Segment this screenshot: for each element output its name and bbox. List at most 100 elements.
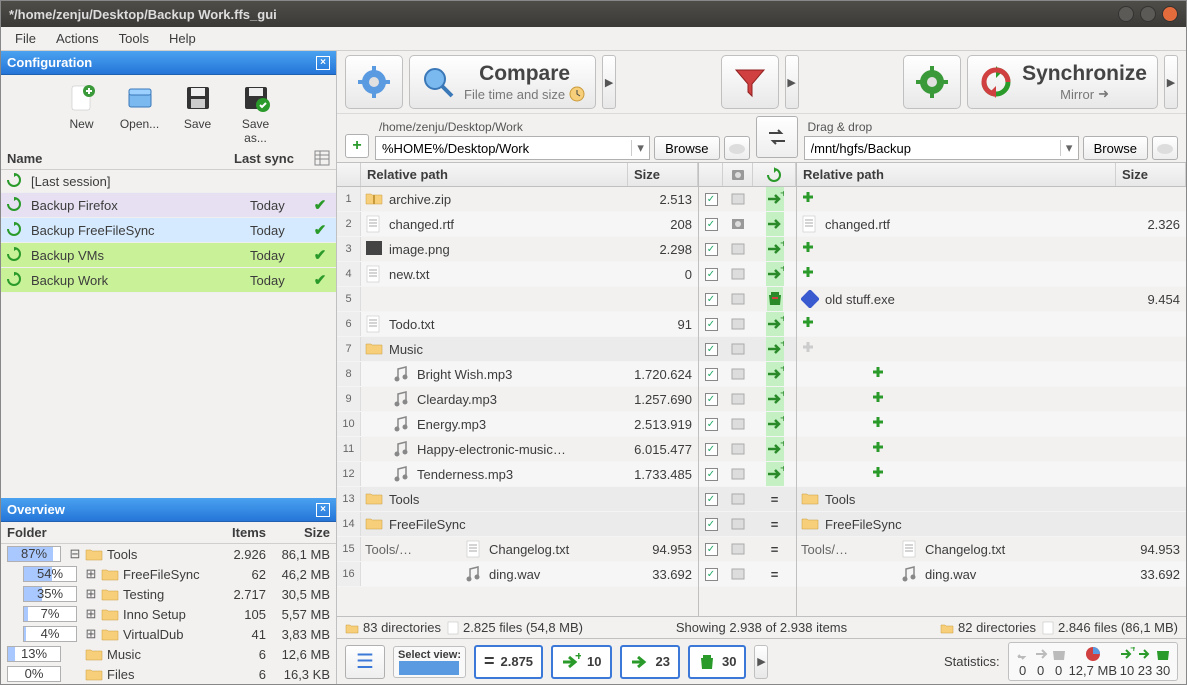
action-cell[interactable]: = (753, 562, 796, 586)
view-delete-button[interactable]: 30 (688, 645, 746, 679)
action-cell[interactable]: + (753, 412, 796, 436)
category-icon[interactable] (723, 312, 753, 336)
config-column-chooser-icon[interactable] (314, 150, 330, 166)
grid-row[interactable] (797, 462, 1186, 487)
category-icon[interactable] (723, 387, 753, 411)
grid-row[interactable]: 15 Tools/…Changelog.txt 94.953 (337, 537, 698, 562)
compare-button[interactable]: Compare File time and size (409, 55, 596, 109)
overview-row[interactable]: 87% ⊟ Tools 2.926 86,1 MB (1, 544, 336, 564)
action-cell[interactable]: + (753, 237, 796, 261)
grid-row[interactable]: 9 Clearday.mp3 1.257.690 (337, 387, 698, 412)
category-icon[interactable] (723, 262, 753, 286)
add-folder-pair-button[interactable]: + (345, 134, 369, 158)
menu-tools[interactable]: Tools (111, 29, 157, 48)
category-icon[interactable] (723, 487, 753, 511)
view-update-button[interactable]: 23 (620, 645, 680, 679)
grid-row[interactable]: Tools/…Changelog.txt 94.953 (797, 537, 1186, 562)
right-header-relpath[interactable]: Relative path (797, 163, 1116, 186)
view-create-button[interactable]: +10 (551, 645, 611, 679)
action-cell[interactable]: = (753, 487, 796, 511)
action-cell[interactable]: + (753, 362, 796, 386)
category-icon[interactable] (723, 287, 753, 311)
tree-expand-icon[interactable]: ⊞ (81, 606, 101, 622)
include-checkbox[interactable]: ✓ (705, 193, 718, 206)
new-config-button[interactable]: New (56, 81, 108, 145)
config-row[interactable]: Backup Work Today ✔ (1, 268, 336, 293)
grid-row[interactable] (797, 437, 1186, 462)
grid-row[interactable] (797, 312, 1186, 337)
right-path-input[interactable]: ▾ (804, 136, 1079, 160)
grid-row[interactable]: ding.wav 33.692 (797, 562, 1186, 587)
save-as-config-button[interactable]: Save as... (230, 81, 282, 145)
config-row[interactable]: Backup VMs Today ✔ (1, 243, 336, 268)
config-header-name[interactable]: Name (7, 151, 234, 166)
filter-button[interactable] (721, 55, 779, 109)
grid-row[interactable]: 7 Music (337, 337, 698, 362)
category-icon[interactable] (723, 562, 753, 586)
grid-row[interactable] (797, 187, 1186, 212)
menu-help[interactable]: Help (161, 29, 204, 48)
grid-row[interactable]: 16 ding.wav 33.692 (337, 562, 698, 587)
include-checkbox[interactable]: ✓ (705, 543, 718, 556)
tree-expand-icon[interactable]: ⊞ (81, 626, 101, 642)
grid-row[interactable]: changed.rtf 2.326 (797, 212, 1186, 237)
include-checkbox[interactable]: ✓ (705, 293, 718, 306)
grid-row[interactable] (797, 362, 1186, 387)
grid-row[interactable]: 2 changed.rtf 208 (337, 212, 698, 237)
overview-row[interactable]: 4% ⊞ VirtualDub 41 3,83 MB (1, 624, 336, 644)
minimize-button[interactable] (1118, 6, 1134, 22)
open-config-button[interactable]: Open... (114, 81, 166, 145)
left-path-input[interactable]: ▾ (375, 136, 650, 160)
chevron-down-icon[interactable]: ▾ (631, 140, 649, 156)
category-icon[interactable] (723, 437, 753, 461)
overview-row[interactable]: 7% ⊞ Inno Setup 105 5,57 MB (1, 604, 336, 624)
menu-file[interactable]: File (7, 29, 44, 48)
sync-dropdown-button[interactable]: ▶ (1164, 55, 1178, 109)
view-more-button[interactable]: ▶ (754, 645, 768, 679)
grid-row[interactable] (797, 237, 1186, 262)
configuration-close-icon[interactable]: × (316, 56, 330, 70)
chevron-down-icon[interactable]: ▾ (1060, 140, 1078, 156)
overview-row[interactable]: 35% ⊞ Testing 2.717 30,5 MB (1, 584, 336, 604)
right-header-size[interactable]: Size (1116, 163, 1186, 186)
grid-row[interactable] (797, 262, 1186, 287)
category-icon[interactable] (723, 237, 753, 261)
category-icon[interactable] (723, 337, 753, 361)
include-checkbox[interactable]: ✓ (705, 318, 718, 331)
category-icon[interactable] (723, 362, 753, 386)
overview-close-icon[interactable]: × (316, 503, 330, 517)
include-checkbox[interactable]: ✓ (705, 493, 718, 506)
grid-row[interactable]: old stuff.exe 9.454 (797, 287, 1186, 312)
grid-row[interactable]: 1 archive.zip 2.513 (337, 187, 698, 212)
right-cloud-button[interactable] (1152, 136, 1178, 160)
overview-row[interactable]: 54% ⊞ FreeFileSync 62 46,2 MB (1, 564, 336, 584)
menu-actions[interactable]: Actions (48, 29, 107, 48)
include-checkbox[interactable]: ✓ (705, 218, 718, 231)
grid-row[interactable]: 5 (337, 287, 698, 312)
overview-row[interactable]: 0% Files 6 16,3 KB (1, 664, 336, 684)
include-checkbox[interactable]: ✓ (705, 268, 718, 281)
include-checkbox[interactable]: ✓ (705, 368, 718, 381)
save-config-button[interactable]: Save (172, 81, 224, 145)
synchronize-button[interactable]: Synchronize Mirror ➜ (967, 55, 1158, 109)
category-icon[interactable] (723, 212, 753, 236)
view-toggle-button[interactable]: ☰ (345, 645, 385, 679)
grid-row[interactable]: Tools (797, 487, 1186, 512)
tree-expand-icon[interactable]: ⊞ (81, 566, 101, 582)
overview-header-folder[interactable]: Folder (7, 525, 212, 540)
right-browse-button[interactable]: Browse (1083, 136, 1148, 160)
grid-row[interactable]: 8 Bright Wish.mp3 1.720.624 (337, 362, 698, 387)
left-browse-button[interactable]: Browse (654, 136, 719, 160)
category-icon[interactable] (723, 187, 753, 211)
filter-dropdown-button[interactable]: ▶ (785, 55, 799, 109)
overview-header-items[interactable]: Items (212, 525, 266, 540)
grid-row[interactable]: FreeFileSync (797, 512, 1186, 537)
sync-settings-button[interactable] (903, 55, 961, 109)
grid-row[interactable]: 6 Todo.txt 91 (337, 312, 698, 337)
grid-row[interactable] (797, 412, 1186, 437)
include-checkbox[interactable]: ✓ (705, 393, 718, 406)
compare-dropdown-button[interactable]: ▶ (602, 55, 616, 109)
config-row[interactable]: [Last session] (1, 170, 336, 193)
include-checkbox[interactable]: ✓ (705, 443, 718, 456)
action-cell[interactable]: + (753, 262, 796, 286)
